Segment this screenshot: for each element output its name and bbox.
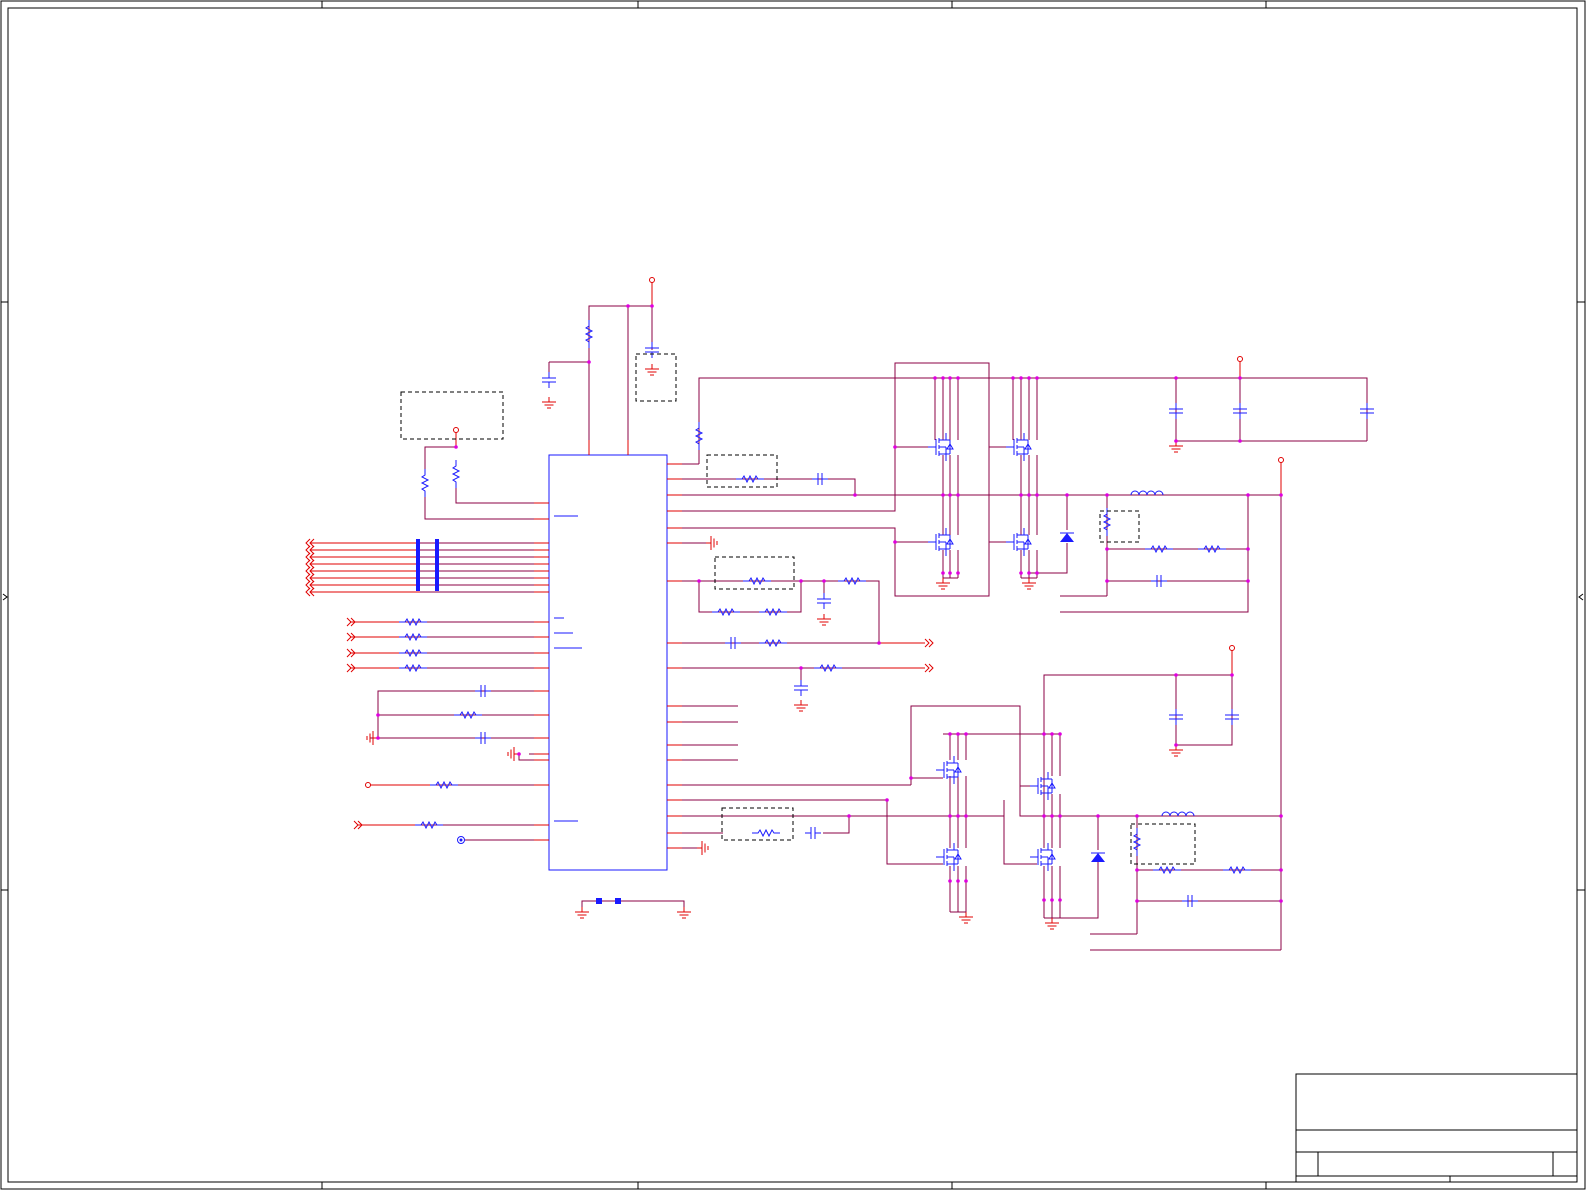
- optional-component-outlines: [400, 353, 1196, 865]
- ground-icon: [958, 911, 974, 924]
- ground-icon: [935, 577, 951, 590]
- power-icon: [649, 277, 655, 293]
- mosfet-icon[interactable]: [1029, 771, 1056, 801]
- off-page-connector-icon[interactable]: [924, 638, 934, 648]
- capacitor-icon[interactable]: [816, 592, 832, 610]
- wires: [320, 305, 1368, 951]
- bus-resistor-array[interactable]: [416, 539, 439, 591]
- controller-ic[interactable]: [548, 454, 668, 871]
- diode-icon[interactable]: [1090, 852, 1106, 863]
- schematic-sheet: [0, 0, 1586, 1190]
- diode-icon[interactable]: [1059, 532, 1075, 543]
- ground-icon: [705, 535, 718, 551]
- capacitor-icon[interactable]: [804, 826, 822, 840]
- schematic-canvas: [0, 0, 1586, 1190]
- mosfet-leads: [911, 378, 1061, 919]
- power-icon: [1229, 645, 1235, 661]
- ground-icon: [541, 396, 557, 409]
- power-icon: [453, 427, 459, 443]
- ground-icon: [1021, 577, 1037, 590]
- ground-icon: [676, 906, 692, 919]
- ground-icon: [574, 906, 590, 919]
- pin-stubs: [310, 292, 1282, 849]
- mosfet-icon[interactable]: [1029, 842, 1056, 872]
- ic-pin-markers: [554, 515, 582, 822]
- ground-icon: [793, 699, 809, 712]
- sheet-border: [0, 0, 1586, 1190]
- mosfet-icon[interactable]: [927, 527, 954, 557]
- power-icon: [1278, 457, 1284, 473]
- title-block: [1295, 1073, 1578, 1183]
- test-point-icon[interactable]: [457, 836, 465, 844]
- ground-icon: [644, 363, 660, 376]
- inductor-icon[interactable]: [1130, 490, 1164, 496]
- mosfet-icon[interactable]: [935, 842, 962, 872]
- inductor-icon[interactable]: [1161, 811, 1195, 817]
- ground-icon: [1044, 917, 1060, 930]
- ground-icon: [696, 840, 709, 856]
- off-page-connector-icon[interactable]: [924, 663, 934, 673]
- ground-icon: [816, 613, 832, 626]
- resistor-icon[interactable]: [751, 829, 781, 837]
- mosfet-icon[interactable]: [927, 432, 954, 462]
- mosfet-icon[interactable]: [1005, 432, 1032, 462]
- power-icon: [1237, 356, 1243, 372]
- power-icon: [365, 782, 371, 788]
- capacitor-icon[interactable]: [541, 371, 557, 389]
- resistor-icon[interactable]: [421, 468, 429, 498]
- capacitor-icon[interactable]: [793, 679, 809, 697]
- mosfet-icon[interactable]: [935, 755, 962, 785]
- mosfet-icon[interactable]: [1005, 527, 1032, 557]
- resistor-icon[interactable]: [452, 459, 460, 489]
